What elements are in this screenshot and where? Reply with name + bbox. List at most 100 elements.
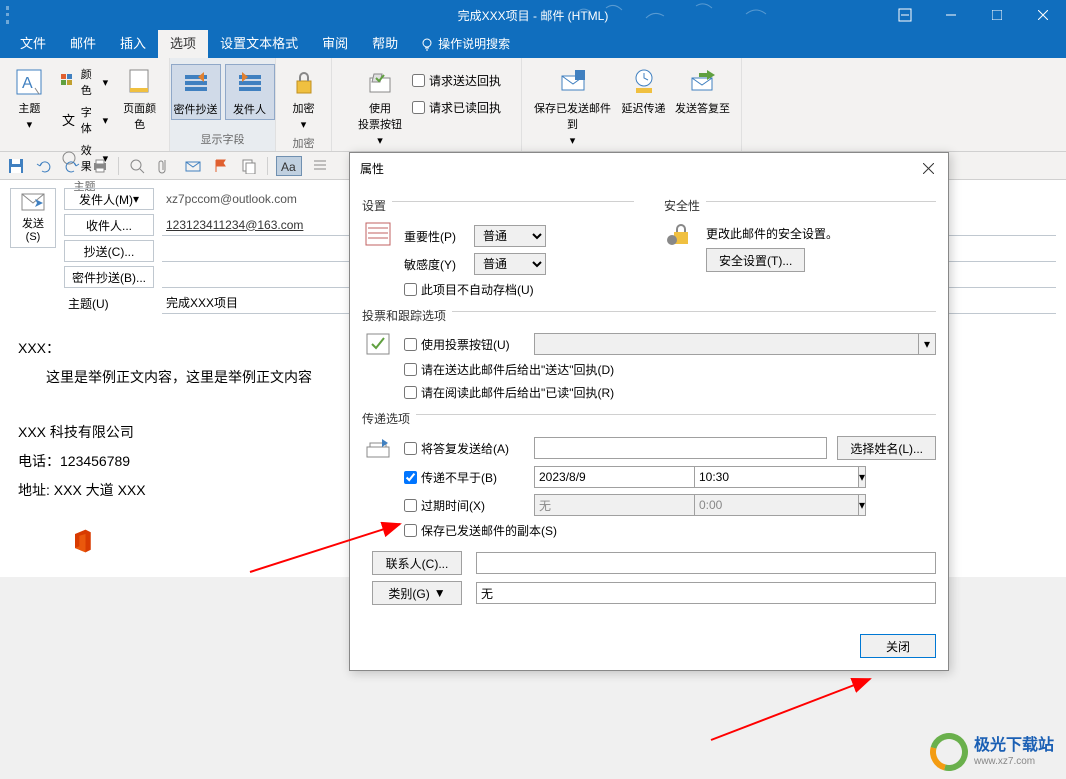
categories-input[interactable] [476,582,936,604]
voting-dropdown[interactable]: ▾ [918,333,936,355]
tell-me-label: 操作说明搜索 [438,35,510,52]
to-button[interactable]: 收件人... [64,214,154,236]
notbefore-time-input[interactable] [694,466,858,488]
tab-file[interactable]: 文件 [8,27,58,58]
settings-group-label: 设置 [362,199,386,213]
flag-icon[interactable] [211,156,231,176]
bcc-button[interactable]: 密件抄送(B)... [64,266,154,288]
req-delivery-checkbox[interactable]: 请求送达回执 [412,72,501,89]
watermark-cn: 极光下载站 [974,736,1054,755]
clock-icon [628,66,660,98]
reply-icon [687,66,719,98]
print-icon[interactable] [90,156,110,176]
cc-button[interactable]: 抄送(C)... [64,240,154,262]
dialog-close-action-button[interactable]: 关闭 [860,634,936,658]
encrypt-button[interactable]: 加密 ▾ [279,64,329,133]
savecopy-checkbox[interactable]: 保存已发送邮件的副本(S) [404,522,557,539]
dropdown-icon: ▾ [570,134,576,147]
voting-checkbox[interactable]: 使用投票按钮(U) [404,336,524,353]
copy-icon[interactable] [239,156,259,176]
tab-insert[interactable]: 插入 [108,27,158,58]
tab-help[interactable]: 帮助 [360,27,410,58]
sensitivity-select[interactable]: 普通 [474,253,546,275]
delivery-receipt-checkbox[interactable]: 请在送达此邮件后给出"送达"回执(D) [404,361,614,378]
importance-label: 重要性(P) [404,228,464,245]
svg-text:A: A [22,75,33,92]
decorative-birds [566,0,866,30]
tell-me-search[interactable]: 操作说明搜索 [410,29,520,58]
font-icon: 文 [61,112,77,128]
save-sent-icon [557,66,589,98]
voting-group-label: 投票和跟踪选项 [362,309,446,323]
svg-text:文: 文 [62,113,75,128]
watermark: 极光下载站 www.xz7.com [930,733,1054,771]
time-dropdown[interactable]: ▾ [858,466,866,488]
voting-button[interactable]: 使用 投票按钮 ▾ [352,64,408,149]
from-icon [234,67,266,99]
undo-icon[interactable] [34,156,54,176]
tab-format[interactable]: 设置文本格式 [208,27,310,58]
contacts-button[interactable]: 联系人(C)... [372,551,462,575]
tab-mail[interactable]: 邮件 [58,27,108,58]
bcc-icon [180,67,212,99]
properties-dialog: 属性 设置 重要性(P) 普通 敏感度(Y) 普通 [349,152,949,671]
watermark-logo-icon [923,726,975,778]
svg-text:Aa: Aa [281,160,296,174]
direct-reply-button[interactable]: 发送答复至 [673,64,733,118]
notbefore-checkbox[interactable]: 传递不早于(B) [404,469,524,486]
watermark-en: www.xz7.com [974,756,1054,768]
tab-review[interactable]: 审阅 [310,27,360,58]
colors-button[interactable]: 颜色 ▾ [57,64,112,100]
save-sent-button[interactable]: 保存已发送邮件 到 ▾ [531,64,615,149]
select-names-button[interactable]: 选择姓名(L)... [837,436,936,460]
minimize-button[interactable] [928,0,974,30]
ribbon: A 主题 ▾ 颜色 ▾ 文字体 ▾ 效果 ▾ 页面颜色 主题 密件抄送 [0,58,1066,152]
dropdown-icon: ▾ [301,118,307,131]
office-logo-icon [68,527,96,555]
palette-icon [61,74,77,90]
replyto-input[interactable] [534,437,827,459]
window-title: 完成XXX项目 - 邮件 (HTML) [458,7,609,24]
group-show-fields: 显示字段 [201,129,245,149]
delay-button[interactable]: 延迟传递 [619,64,669,118]
group-encrypt: 加密 [293,133,315,153]
page-color-icon [124,66,156,98]
importance-select[interactable]: 普通 [474,225,546,247]
notbefore-date-input[interactable] [534,466,698,488]
req-read-checkbox[interactable]: 请求已读回执 [412,99,501,116]
from-label-button[interactable]: 发件人(M) ▾ [64,188,154,210]
attach-icon[interactable] [155,156,175,176]
subject-label: 主题(U) [64,292,154,314]
fonts-button[interactable]: 文字体 ▾ [57,102,112,138]
themes-button[interactable]: A 主题 ▾ [6,64,53,133]
redo-icon[interactable] [62,156,82,176]
no-autoarchive-checkbox[interactable]: 此项目不自动存档(U) [404,281,534,298]
save-icon[interactable] [6,156,26,176]
read-receipt-checkbox[interactable]: 请在阅读此邮件后给出"已读"回执(R) [404,384,614,401]
expires-time-dropdown[interactable]: ▾ [858,494,866,516]
expires-checkbox[interactable]: 过期时间(X) [404,497,524,514]
replyto-checkbox[interactable]: 将答复发送给(A) [404,440,524,457]
send-button[interactable]: 发送 (S) [10,188,56,248]
maximize-button[interactable] [974,0,1020,30]
delivery-group-label: 传递选项 [362,412,410,426]
spacing-icon[interactable] [310,156,330,176]
bcc-button[interactable]: 密件抄送 [171,64,221,120]
from-button[interactable]: 发件人 [225,64,275,120]
qat-handle [6,6,14,24]
expires-time-input [694,494,858,516]
categories-button[interactable]: 类别(G) ▼ [372,581,462,605]
contacts-input[interactable] [476,552,936,574]
page-color-button[interactable]: 页面颜色 [116,64,163,134]
ribbon-options-icon[interactable] [882,0,928,30]
close-button[interactable] [1020,0,1066,30]
security-settings-button[interactable]: 安全设置(T)... [706,248,805,272]
dialog-close-button[interactable] [914,156,942,180]
tab-options[interactable]: 选项 [158,27,208,58]
text-format-icon[interactable]: Aa [276,156,302,176]
voting-input [534,333,918,355]
preview-icon[interactable] [127,156,147,176]
lightbulb-icon [420,37,434,51]
sensitivity-label: 敏感度(Y) [404,256,464,273]
envelope-icon[interactable] [183,156,203,176]
